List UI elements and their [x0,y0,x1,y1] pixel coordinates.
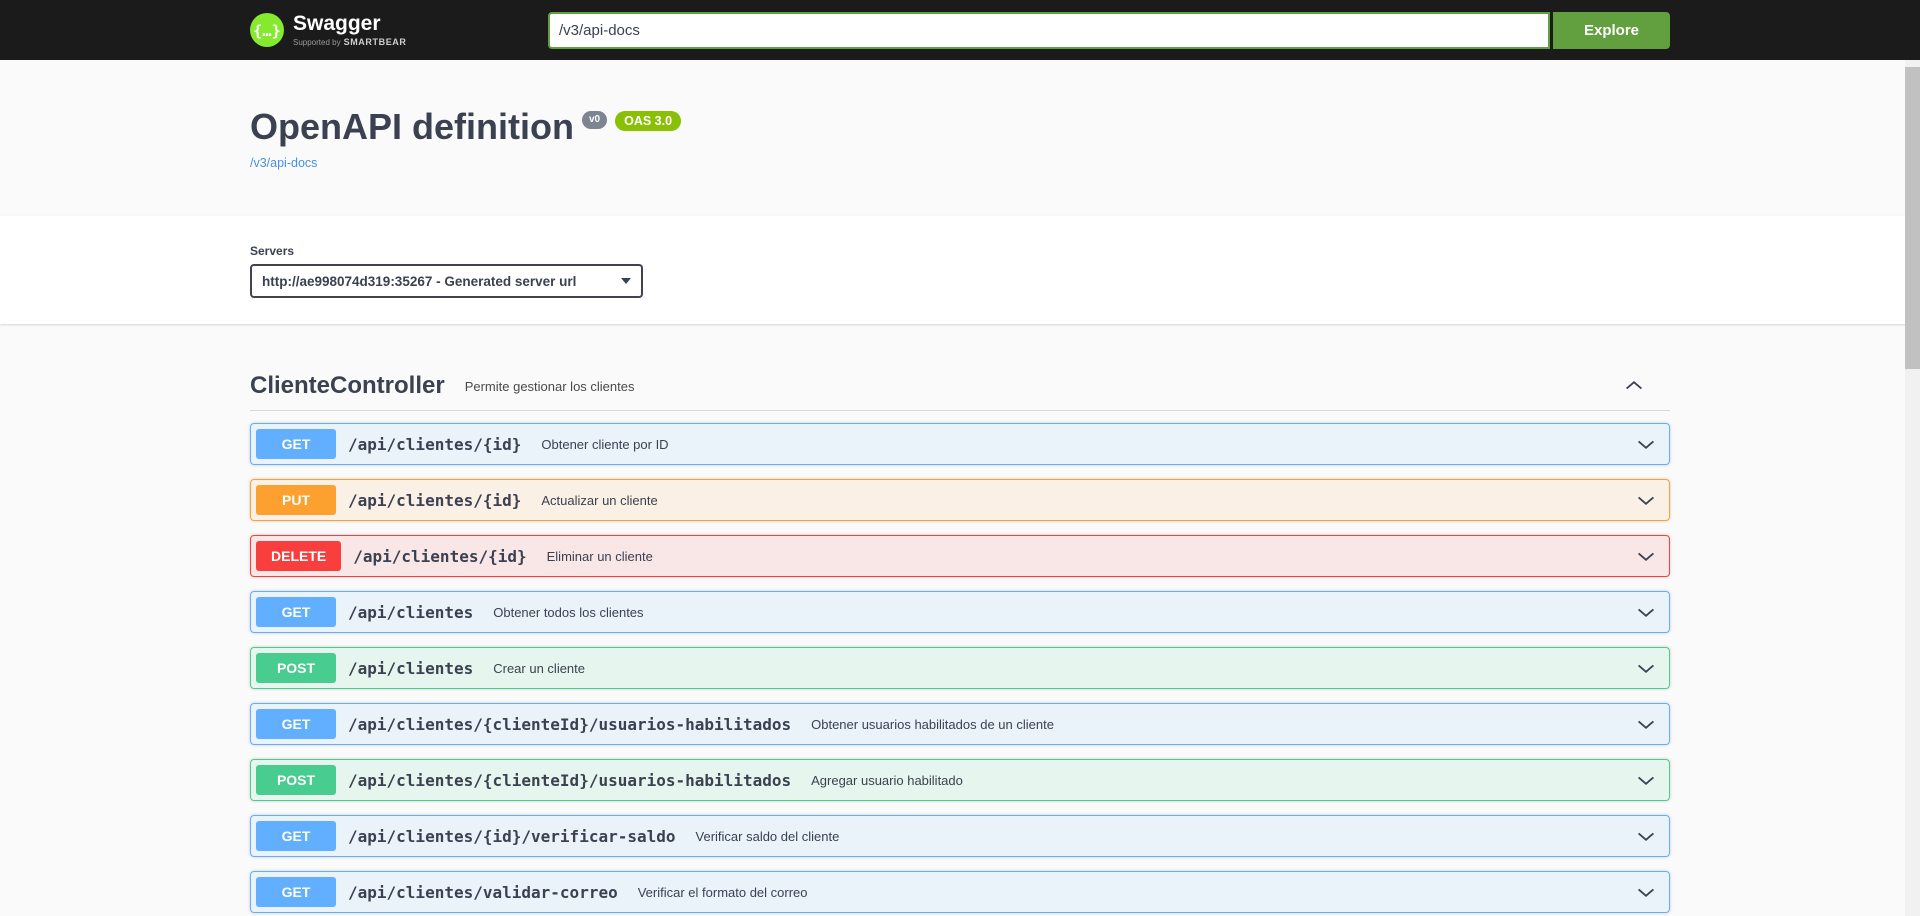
method-badge: POST [256,653,336,683]
endpoint-summary: Actualizar un cliente [531,493,1636,508]
endpoint-summary: Obtener todos los clientes [483,605,1636,620]
swagger-logo-icon: {…} [250,13,284,47]
collapse-chevron-up-icon[interactable] [1624,376,1644,396]
endpoint-summary-bar[interactable]: GET /api/clientes/validar-correo Verific… [251,872,1669,912]
endpoint-row[interactable]: GET /api/clientes/{clienteId}/usuarios-h… [250,703,1670,745]
endpoint-summary: Obtener usuarios habilitados de un clien… [801,717,1636,732]
tag-description: Permite gestionar los clientes [465,379,1624,394]
logo-tagline: Supported by SMARTBEAR [293,37,407,47]
endpoint-path: /api/clientes/{id} [341,547,536,566]
method-badge: GET [256,709,336,739]
scheme-container: Servers http://ae998074d319:35267 - Gene… [0,216,1920,324]
method-badge: DELETE [256,541,341,571]
expand-chevron-down-icon[interactable] [1636,434,1656,454]
endpoint-summary-bar[interactable]: GET /api/clientes Obtener todos los clie… [251,592,1669,632]
endpoint-row[interactable]: PUT /api/clientes/{id} Actualizar un cli… [250,479,1670,521]
tagline-brand: SMARTBEAR [344,37,407,47]
expand-chevron-down-icon[interactable] [1636,770,1656,790]
endpoint-summary: Agregar usuario habilitado [801,773,1636,788]
endpoint-summary-bar[interactable]: GET /api/clientes/{id} Obtener cliente p… [251,424,1669,464]
endpoint-summary: Obtener cliente por ID [531,437,1636,452]
endpoint-row[interactable]: DELETE /api/clientes/{id} Eliminar un cl… [250,535,1670,577]
topbar-wrapper: {…} Swagger Supported by SMARTBEAR Explo… [250,12,1670,49]
explore-button[interactable]: Explore [1553,12,1670,49]
spec-url-input[interactable] [548,12,1550,49]
swagger-logo-link[interactable]: {…} Swagger Supported by SMARTBEAR [250,13,407,47]
endpoint-row[interactable]: GET /api/clientes/{id}/verificar-saldo V… [250,815,1670,857]
endpoint-path: /api/clientes [336,603,483,622]
endpoint-summary-bar[interactable]: POST /api/clientes Crear un cliente [251,648,1669,688]
endpoint-path: /api/clientes/{id} [336,435,531,454]
method-badge: PUT [256,485,336,515]
endpoint-row[interactable]: POST /api/clientes Crear un cliente [250,647,1670,689]
endpoint-summary-bar[interactable]: DELETE /api/clientes/{id} Eliminar un cl… [251,536,1669,576]
endpoint-row[interactable]: GET /api/clientes Obtener todos los clie… [250,591,1670,633]
endpoint-path: /api/clientes [336,659,483,678]
endpoint-summary-bar[interactable]: GET /api/clientes/{clienteId}/usuarios-h… [251,704,1669,744]
tagline-prefix: Supported by [293,38,341,47]
expand-chevron-down-icon[interactable] [1636,826,1656,846]
swagger-page: {…} Swagger Supported by SMARTBEAR Explo… [0,0,1920,916]
endpoint-summary: Crear un cliente [483,661,1636,676]
expand-chevron-down-icon[interactable] [1636,882,1656,902]
version-badge: v0 [582,111,607,129]
brand-name: Swagger [293,13,407,35]
endpoint-summary: Verificar el formato del correo [628,885,1636,900]
expand-chevron-down-icon[interactable] [1636,546,1656,566]
page-title: OpenAPI definition v0 OAS 3.0 [250,106,1670,147]
endpoint-list: GET /api/clientes/{id} Obtener cliente p… [250,423,1670,916]
endpoint-path: /api/clientes/validar-correo [336,883,628,902]
method-badge: GET [256,821,336,851]
expand-chevron-down-icon[interactable] [1636,490,1656,510]
explore-form: Explore [548,12,1670,49]
endpoint-path: /api/clientes/{clienteId}/usuarios-habil… [336,771,801,790]
expand-chevron-down-icon[interactable] [1636,602,1656,622]
method-badge: GET [256,877,336,907]
endpoint-summary: Verificar saldo del cliente [686,829,1636,844]
topbar: {…} Swagger Supported by SMARTBEAR Explo… [0,0,1920,60]
endpoint-summary-bar[interactable]: POST /api/clientes/{clienteId}/usuarios-… [251,760,1669,800]
servers-label: Servers [250,244,1670,258]
information-container: OpenAPI definition v0 OAS 3.0 /v3/api-do… [0,60,1920,216]
tag-section: ClienteController Permite gestionar los … [250,364,1670,916]
server-select-wrap: http://ae998074d319:35267 - Generated se… [250,264,643,298]
tag-name: ClienteController [250,372,445,400]
endpoint-summary-bar[interactable]: PUT /api/clientes/{id} Actualizar un cli… [251,480,1669,520]
method-badge: GET [256,597,336,627]
svg-text:{…}: {…} [253,22,281,40]
scrollbar-thumb[interactable] [1905,67,1920,369]
endpoint-row[interactable]: POST /api/clientes/{clienteId}/usuarios-… [250,759,1670,801]
endpoint-path: /api/clientes/{id} [336,491,531,510]
expand-chevron-down-icon[interactable] [1636,658,1656,678]
endpoint-summary: Eliminar un cliente [537,549,1636,564]
scrollbar[interactable] [1905,60,1920,916]
oas-badge: OAS 3.0 [615,111,681,131]
logo-text: Swagger Supported by SMARTBEAR [293,13,407,47]
endpoint-summary-bar[interactable]: GET /api/clientes/{id}/verificar-saldo V… [251,816,1669,856]
expand-chevron-down-icon[interactable] [1636,714,1656,734]
server-select[interactable]: http://ae998074d319:35267 - Generated se… [250,264,643,298]
page-title-text: OpenAPI definition [250,106,574,147]
spec-link[interactable]: /v3/api-docs [250,156,317,170]
endpoint-row[interactable]: GET /api/clientes/{id} Obtener cliente p… [250,423,1670,465]
endpoint-path: /api/clientes/{id}/verificar-saldo [336,827,686,846]
endpoint-row[interactable]: GET /api/clientes/validar-correo Verific… [250,871,1670,913]
endpoint-path: /api/clientes/{clienteId}/usuarios-habil… [336,715,801,734]
method-badge: POST [256,765,336,795]
tag-header-clientecontroller[interactable]: ClienteController Permite gestionar los … [250,364,1670,411]
method-badge: GET [256,429,336,459]
